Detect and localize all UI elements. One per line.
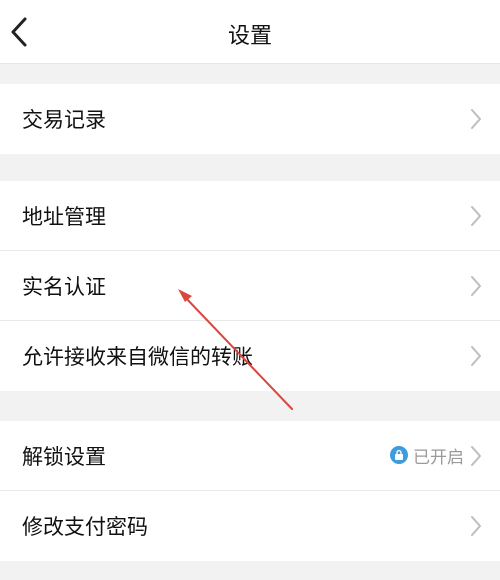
settings-item-label: 解锁设置 — [22, 445, 106, 469]
settings-item-change-payment-password[interactable]: 修改支付密码 — [0, 491, 500, 561]
settings-item-unlock-settings[interactable]: 解锁设置 已开启 — [0, 421, 500, 491]
status-text: 已开启 — [413, 447, 464, 468]
chevron-right-icon — [471, 516, 481, 536]
settings-item-allow-wechat-transfer[interactable]: 允许接收来自微信的转账 — [0, 321, 500, 391]
chevron-right-icon — [471, 346, 481, 366]
chevron-right-icon — [471, 206, 481, 226]
chevron-right-icon — [471, 446, 481, 466]
settings-item-transaction-records[interactable]: 交易记录 — [0, 84, 500, 154]
page-title: 设置 — [227, 24, 272, 49]
settings-item-label: 实名认证 — [22, 275, 106, 299]
chevron-right-icon — [471, 109, 481, 129]
chevron-right-icon — [471, 276, 481, 296]
nav-bar: 设置 — [0, 0, 500, 64]
status-badge: 已开启 — [390, 443, 464, 468]
settings-item-label: 交易记录 — [22, 108, 106, 132]
settings-group-3: 解锁设置 已开启 修改支付密码 — [0, 421, 500, 561]
lock-icon — [390, 446, 408, 464]
settings-item-label: 允许接收来自微信的转账 — [22, 345, 253, 369]
settings-item-real-name-verification[interactable]: 实名认证 — [0, 251, 500, 321]
settings-item-label: 地址管理 — [22, 205, 106, 229]
settings-item-address-management[interactable]: 地址管理 — [0, 181, 500, 251]
settings-group-2: 地址管理 实名认证 允许接收来自微信的转账 — [0, 181, 500, 391]
settings-group-1: 交易记录 — [0, 84, 500, 154]
settings-item-label: 修改支付密码 — [22, 515, 148, 539]
